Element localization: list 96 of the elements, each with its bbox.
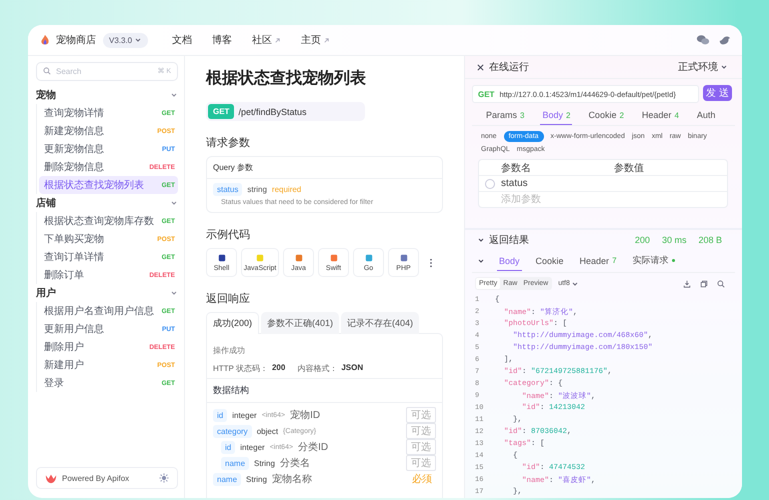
search-icon: [43, 67, 51, 75]
field-description: 分类名: [280, 456, 310, 470]
external-link-icon: [323, 36, 330, 44]
language-icon: [364, 254, 372, 262]
apifox-logo-icon: [45, 472, 57, 484]
section-heading: 请求参数: [206, 136, 251, 150]
section-heading: 返回响应: [206, 292, 251, 306]
field-description: 分类ID: [298, 440, 328, 454]
language-icon: [294, 254, 302, 262]
format-label: 内容格式：: [297, 363, 338, 374]
result-tab[interactable]: Cookie: [534, 252, 566, 270]
response-tab[interactable]: 参数不正确(401): [261, 312, 340, 334]
more-icon[interactable]: [429, 258, 433, 268]
site-title: 宠物商店: [56, 34, 96, 47]
field-type: String: [246, 474, 267, 484]
chevron-icon[interactable]: [477, 236, 485, 244]
requirement-tag: 可选: [406, 455, 436, 471]
requirement-tag: 必须: [408, 472, 436, 486]
nav-link[interactable]: 博客: [212, 33, 232, 47]
environment-dropdown[interactable]: 正式环境: [678, 60, 728, 74]
column-header: 参数名: [501, 162, 532, 174]
chevron-icon: [170, 91, 178, 99]
response-tab[interactable]: 成功(200): [206, 312, 260, 334]
request-tab[interactable]: Params 3: [484, 106, 526, 125]
chevron-icon[interactable]: [477, 257, 485, 265]
group-header[interactable]: 宠物: [36, 86, 178, 104]
caret-icon: [134, 36, 142, 44]
send-button[interactable]: 发 送: [703, 85, 732, 101]
row-checkbox[interactable]: [485, 178, 495, 188]
caret-icon: [720, 63, 728, 71]
schema-heading: 数据结构: [213, 385, 249, 395]
requirement-tag: 可选: [406, 423, 436, 439]
field-name: id: [221, 440, 236, 454]
chevron-icon: [170, 289, 178, 297]
response-time: 30 ms: [662, 235, 686, 245]
group-header[interactable]: 用户: [36, 284, 178, 302]
method-badge: GET: [208, 104, 234, 119]
field-name: id: [213, 408, 228, 422]
request-tab[interactable]: Auth: [694, 106, 718, 125]
copy-icon[interactable]: [700, 280, 708, 288]
nav-link[interactable]: 文档: [172, 33, 192, 47]
status-code: 200: [634, 235, 650, 245]
field-name: name: [213, 472, 242, 486]
field-type: object: [256, 426, 278, 436]
nav-link[interactable]: 社区: [252, 33, 282, 47]
sun-icon[interactable]: [159, 473, 169, 483]
close-icon[interactable]: [477, 64, 484, 70]
requirement-tag: 可选: [406, 439, 436, 455]
column-header: 参数值: [614, 162, 645, 174]
external-link-icon: [274, 36, 282, 44]
table-cell-text: status: [501, 178, 529, 189]
response-size: 208 B: [698, 235, 722, 245]
field-description: 宠物ID: [290, 408, 320, 422]
param-name: status: [213, 183, 242, 196]
endpoint-path: /pet/findByStatus: [238, 106, 306, 116]
language-icon: [256, 254, 264, 262]
required-label: required: [272, 185, 302, 194]
panel-title: 在线运行: [489, 60, 529, 74]
method-label: GET: [478, 90, 494, 98]
field-name: name: [221, 456, 250, 470]
response-description: 操作成功: [213, 346, 245, 355]
chevron-icon: [170, 199, 178, 207]
language-icon: [330, 254, 338, 262]
request-tab[interactable]: Cookie 2: [586, 106, 626, 125]
request-tab[interactable]: Header 4: [640, 106, 681, 125]
response-tab[interactable]: 记录不存在(404): [341, 312, 420, 334]
status-value: 200: [272, 363, 286, 374]
card-title: Query 参数: [213, 163, 254, 172]
field-description: 宠物名称: [272, 472, 312, 486]
search-icon[interactable]: [717, 280, 725, 288]
field-type: integer: [240, 442, 265, 452]
requirement-tag: 可选: [406, 407, 436, 423]
caret-icon: [570, 280, 579, 288]
section-heading: 示例代码: [206, 228, 251, 242]
field-type: String: [254, 458, 275, 468]
version-dropdown[interactable]: V3.3.0: [103, 32, 148, 48]
result-title: 返回结果: [489, 234, 529, 247]
result-tab[interactable]: Body: [497, 252, 522, 270]
group-header[interactable]: 店铺: [36, 194, 178, 212]
param-type: string: [247, 185, 267, 194]
add-param-field[interactable]: 添加参数: [501, 194, 727, 205]
field-name: category: [213, 424, 252, 438]
status-label: HTTP 状态码：: [213, 363, 268, 374]
result-tab[interactable]: Header 7: [578, 252, 619, 270]
powered-by-text: Powered By Apifox: [62, 474, 130, 482]
chat-bubbles-icon[interactable]: [696, 33, 710, 47]
flame-logo-icon: [39, 34, 51, 46]
download-icon[interactable]: [683, 280, 691, 288]
result-tab[interactable]: 实际请求: [630, 250, 677, 272]
language-icon: [400, 254, 408, 262]
page-title: 根据状态查找宠物列表: [206, 68, 367, 89]
field-type: integer: [232, 410, 257, 420]
language-icon: [218, 254, 226, 262]
nav-link[interactable]: 主页: [301, 33, 330, 47]
format-value: JSON: [341, 363, 364, 374]
request-tab[interactable]: Body 2: [540, 106, 572, 125]
